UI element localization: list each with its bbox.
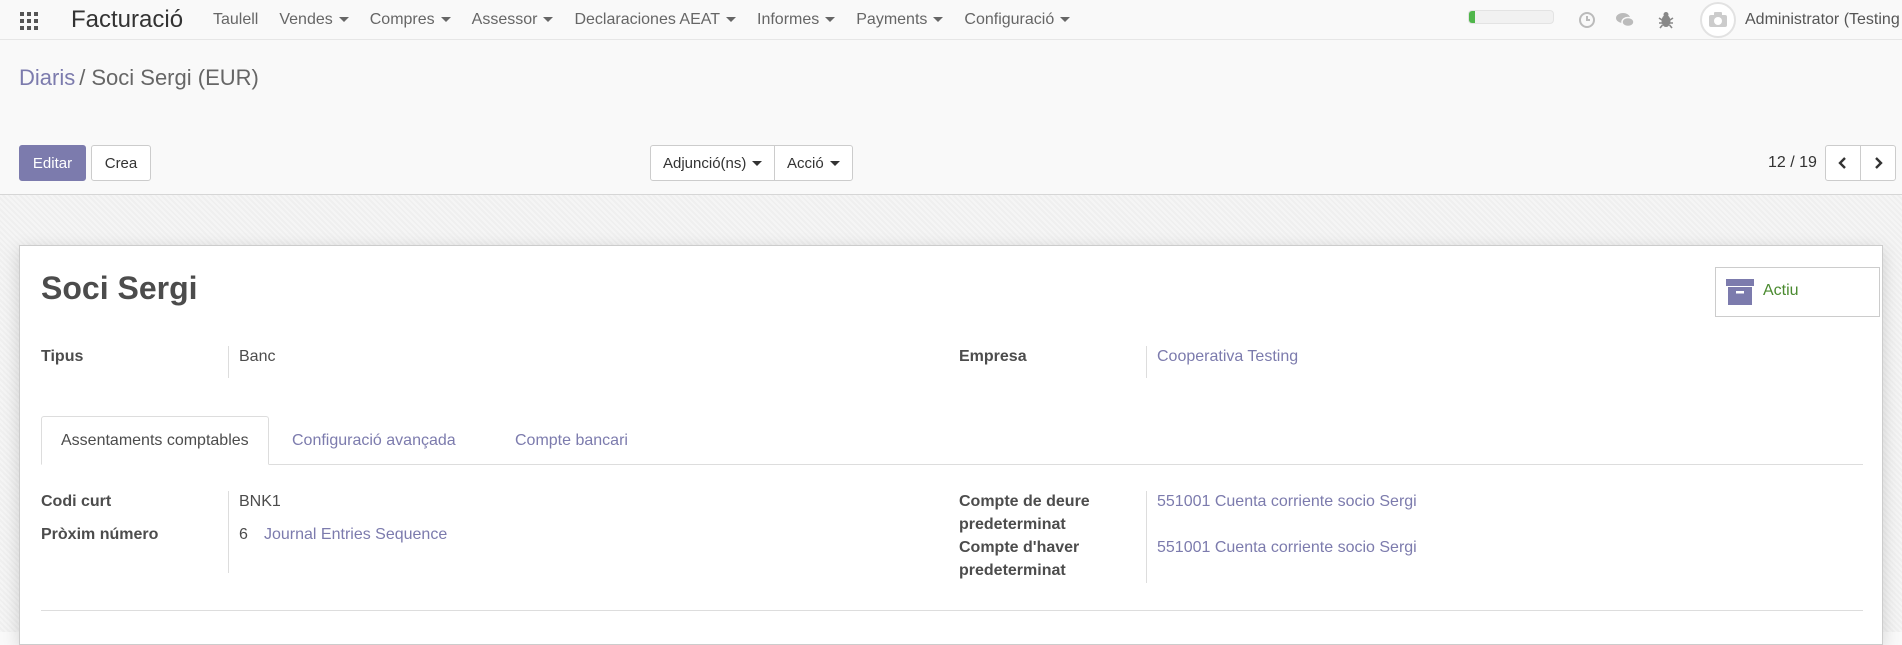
- type-value: Banc: [239, 348, 276, 365]
- action-label: Acció: [787, 154, 824, 172]
- caret-down-icon: [1060, 17, 1071, 23]
- menu-payments-label: Payments: [856, 11, 928, 28]
- default-debit-label-line2: predeterminat: [959, 516, 1066, 533]
- default-credit-account-link[interactable]: 551001 Cuenta corriente socio Sergi: [1157, 539, 1417, 557]
- main-menu: Taulell Vendes Compres Assessor Declarac…: [213, 11, 1091, 29]
- field-divider: [1146, 491, 1147, 583]
- tab-bank-account[interactable]: Compte bancari: [496, 416, 647, 465]
- menu-vendes[interactable]: Vendes: [279, 11, 349, 29]
- caret-down-icon: [543, 17, 554, 23]
- chevron-left-icon: [1838, 157, 1846, 169]
- default-credit-label: Compte d'haver predeterminat: [959, 536, 1079, 582]
- caret-down-icon: [440, 17, 451, 23]
- caret-down-icon: [825, 17, 836, 23]
- pager-next-button[interactable]: [1860, 145, 1896, 181]
- app-title: Facturació: [71, 6, 184, 33]
- caret-down-icon: [933, 17, 944, 23]
- company-link[interactable]: Cooperativa Testing: [1157, 348, 1298, 366]
- menu-configuracio-label: Configuració: [964, 11, 1055, 28]
- caret-down-icon: [726, 17, 736, 23]
- debug-bug-icon[interactable]: [1656, 10, 1676, 30]
- field-divider: [228, 491, 229, 573]
- user-avatar[interactable]: [1700, 2, 1736, 38]
- action-dropdown[interactable]: Acció: [774, 145, 853, 181]
- menu-assessor[interactable]: Assessor: [472, 11, 554, 29]
- caret-down-icon: [338, 17, 349, 23]
- menu-declaraciones-label: Declaraciones AEAT: [574, 11, 720, 28]
- caret-down-icon: [752, 160, 763, 166]
- menu-compres-label: Compres: [369, 11, 435, 28]
- camera-icon: [1709, 12, 1727, 27]
- short-code-label: Codi curt: [41, 493, 112, 510]
- section-divider: [41, 610, 1863, 611]
- tab-journal-entries[interactable]: Assentaments comptables: [41, 416, 269, 465]
- record-title: Soci Sergi: [41, 270, 198, 306]
- progress-fill: [1469, 11, 1475, 23]
- menu-informes[interactable]: Informes: [757, 11, 836, 29]
- user-menu[interactable]: Administrator (Testing: [1745, 11, 1900, 29]
- top-navbar: Facturació Taulell Vendes Compres Assess…: [0, 0, 1902, 40]
- short-code-value: BNK1: [239, 493, 281, 510]
- caret-down-icon: [829, 160, 840, 166]
- create-button[interactable]: Crea: [91, 145, 151, 181]
- default-credit-label-line2: predeterminat: [959, 562, 1066, 579]
- form-background: Soci Sergi Actiu Tipus Banc Empresa Coop…: [0, 195, 1902, 645]
- menu-configuracio[interactable]: Configuració: [964, 11, 1071, 29]
- pager-value[interactable]: 12 / 19: [1768, 154, 1817, 172]
- apps-menu-icon[interactable]: [20, 12, 38, 30]
- menu-informes-label: Informes: [757, 11, 820, 28]
- archive-icon: [1726, 279, 1754, 305]
- active-status-label: Actiu: [1763, 282, 1799, 299]
- attachments-label: Adjunció(ns): [663, 154, 747, 172]
- chevron-right-icon: [1875, 157, 1883, 169]
- field-divider: [1146, 346, 1147, 378]
- breadcrumb-diaris-link[interactable]: Diaris: [19, 65, 75, 90]
- menu-vendes-label: Vendes: [279, 11, 333, 28]
- onboarding-progress-bar[interactable]: [1468, 10, 1554, 24]
- breadcrumb-separator: /: [79, 65, 86, 90]
- type-label: Tipus: [41, 348, 84, 365]
- attachments-dropdown[interactable]: Adjunció(ns): [650, 145, 775, 181]
- menu-payments[interactable]: Payments: [856, 11, 944, 29]
- breadcrumb: Diaris / Soci Sergi (EUR): [19, 65, 259, 91]
- sequence-link[interactable]: Journal Entries Sequence: [264, 526, 447, 544]
- edit-button[interactable]: Editar: [19, 145, 86, 181]
- company-label: Empresa: [959, 348, 1027, 365]
- menu-taulell[interactable]: Taulell: [213, 11, 258, 29]
- pager-previous-button[interactable]: [1825, 145, 1861, 181]
- form-sheet: Soci Sergi Actiu Tipus Banc Empresa Coop…: [19, 245, 1883, 645]
- menu-compres[interactable]: Compres: [370, 11, 451, 29]
- activity-clock-icon[interactable]: [1577, 10, 1597, 30]
- default-credit-label-line1: Compte d'haver: [959, 539, 1080, 556]
- breadcrumb-current: Soci Sergi (EUR): [91, 65, 259, 90]
- tab-advanced-settings[interactable]: Configuració avançada: [273, 416, 475, 465]
- next-number-value: 6: [239, 526, 248, 543]
- messages-icon[interactable]: [1615, 10, 1635, 30]
- default-debit-label: Compte de deure predeterminat: [959, 490, 1090, 536]
- default-debit-label-line1: Compte de deure: [959, 493, 1090, 510]
- toggle-active-button[interactable]: Actiu: [1715, 267, 1880, 317]
- menu-assessor-label: Assessor: [471, 11, 538, 28]
- menu-declaraciones[interactable]: Declaraciones AEAT: [574, 11, 736, 29]
- default-debit-account-link[interactable]: 551001 Cuenta corriente socio Sergi: [1157, 493, 1417, 511]
- field-divider: [228, 346, 229, 378]
- next-number-label: Pròxim número: [41, 526, 159, 543]
